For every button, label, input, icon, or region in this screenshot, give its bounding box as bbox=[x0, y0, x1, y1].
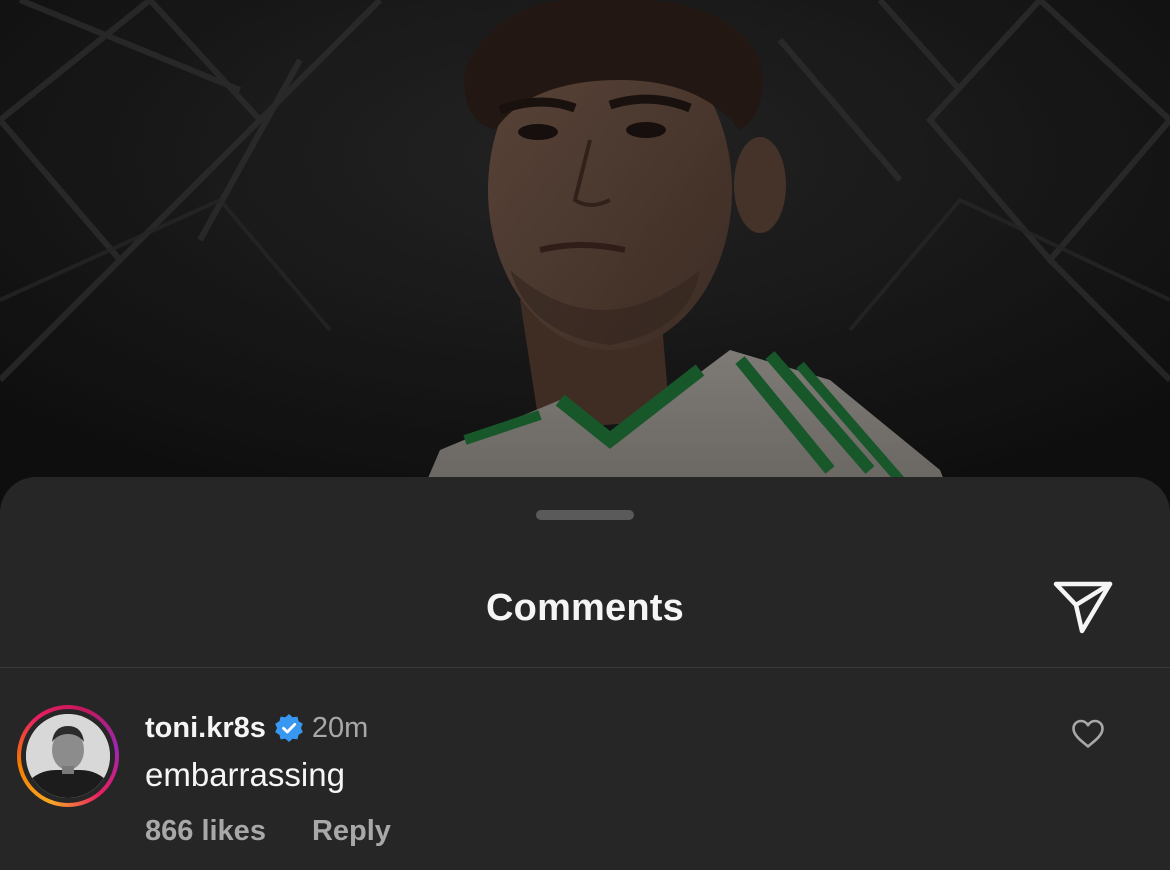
sheet-grabber-handle[interactable] bbox=[536, 510, 634, 520]
comment-username[interactable]: toni.kr8s bbox=[145, 712, 266, 745]
comment-header: toni.kr8s 20m bbox=[145, 708, 368, 748]
comments-sheet: Comments toni.kr8s 20m embarrassing 866 … bbox=[0, 477, 1170, 870]
sheet-title: Comments bbox=[486, 587, 684, 629]
comment-timestamp: 20m bbox=[311, 711, 369, 744]
avatar[interactable] bbox=[26, 714, 110, 798]
post-photo-background bbox=[0, 0, 1170, 520]
verified-badge-icon bbox=[274, 713, 304, 743]
comment-actions: 866 likes Reply bbox=[145, 815, 391, 848]
heart-outline-icon bbox=[1071, 719, 1105, 749]
avatar-story-ring[interactable] bbox=[17, 705, 119, 807]
screen: Comments toni.kr8s 20m embarrassing 866 … bbox=[0, 0, 1170, 870]
comment-item: toni.kr8s 20m embarrassing 866 likes Rep… bbox=[0, 668, 1170, 868]
reply-button[interactable]: Reply bbox=[312, 815, 391, 848]
share-button[interactable] bbox=[1048, 575, 1118, 639]
comment-text: embarrassing bbox=[145, 756, 345, 793]
user-avatar-icon bbox=[26, 714, 110, 798]
comment-likes-count[interactable]: 866 likes bbox=[145, 815, 266, 848]
paper-plane-icon bbox=[1052, 579, 1114, 635]
like-comment-button[interactable] bbox=[1066, 712, 1110, 756]
